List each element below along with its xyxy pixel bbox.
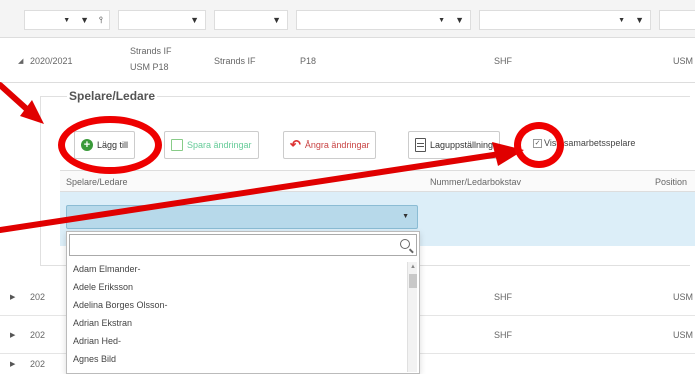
annotation-arrow-line-1 — [0, 82, 33, 115]
annotation-overlay — [0, 82, 524, 233]
annotation-circle-checkbox — [514, 122, 564, 168]
annotation-circle-add — [58, 116, 162, 174]
